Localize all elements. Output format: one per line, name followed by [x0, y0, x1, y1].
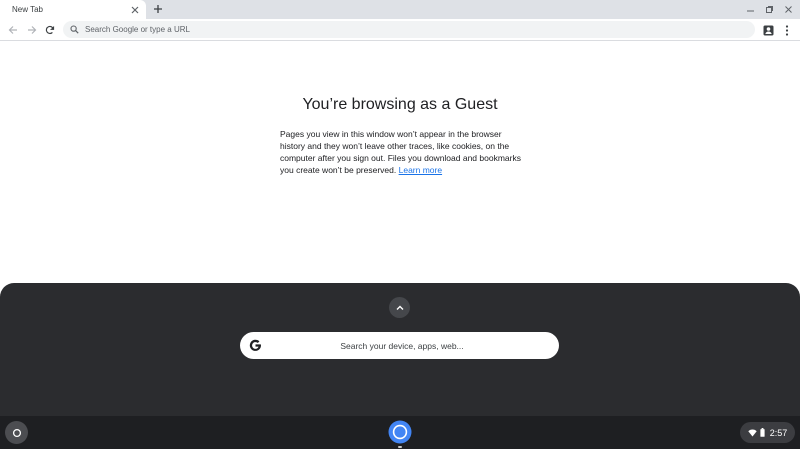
launcher-search-input[interactable]: [262, 340, 542, 351]
window-controls: [744, 3, 794, 15]
browser-toolbar: [0, 19, 800, 41]
reload-icon[interactable]: [43, 23, 57, 37]
page-content: You’re browsing as a Guest Pages you vie…: [0, 41, 800, 286]
app-launcher: [0, 283, 800, 423]
minimize-icon[interactable]: [744, 3, 756, 15]
chevron-up-icon: [396, 305, 403, 310]
google-g-icon: [248, 339, 262, 353]
search-icon: [70, 24, 80, 35]
status-tray[interactable]: 2:57: [740, 422, 795, 443]
tab-new-tab[interactable]: New Tab: [0, 0, 146, 19]
omnibox[interactable]: [63, 21, 755, 38]
learn-more-link[interactable]: Learn more: [399, 165, 442, 175]
launcher-button[interactable]: [5, 421, 28, 444]
forward-arrow-icon[interactable]: [25, 23, 39, 37]
launcher-search-box[interactable]: [240, 332, 559, 359]
window-close-icon[interactable]: [782, 3, 794, 15]
close-icon[interactable]: [129, 4, 141, 16]
page-title: You’re browsing as a Guest: [302, 96, 498, 113]
restore-icon[interactable]: [763, 3, 775, 15]
back-arrow-icon[interactable]: [6, 23, 20, 37]
battery-icon: [760, 428, 765, 437]
launcher-expand-button[interactable]: [389, 297, 410, 318]
chrome-icon[interactable]: [388, 420, 412, 444]
launcher-circle-icon: [12, 428, 21, 437]
omnibox-input[interactable]: [85, 25, 685, 34]
tab-title: New Tab: [12, 5, 43, 14]
guest-description: Pages you view in this window won’t appe…: [280, 128, 528, 176]
shelf: 2:57: [0, 416, 800, 449]
chrome-active-indicator: [398, 446, 402, 448]
tab-strip: New Tab: [0, 0, 800, 19]
wifi-icon: [748, 428, 757, 437]
clock-time: 2:57: [769, 427, 788, 438]
guest-account-icon[interactable]: [761, 23, 775, 37]
more-vert-icon[interactable]: [780, 23, 794, 37]
plus-icon[interactable]: [151, 2, 165, 16]
